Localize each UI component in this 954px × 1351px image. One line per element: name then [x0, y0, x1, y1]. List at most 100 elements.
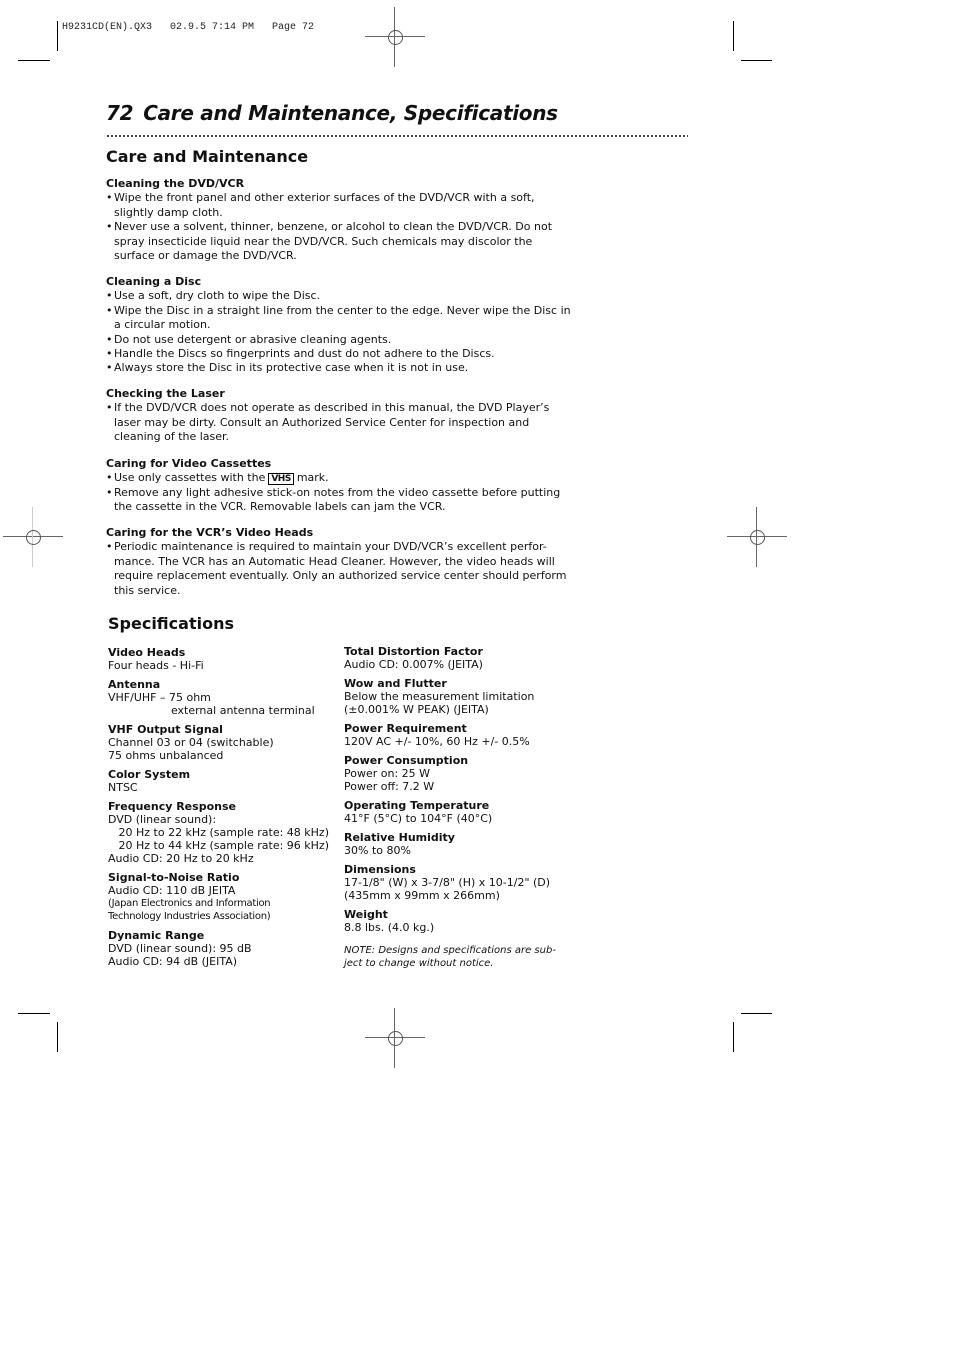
- spec-value: Channel 03 or 04 (switchable): [108, 736, 274, 749]
- spec-title: Power Requirement: [344, 722, 467, 735]
- spec-value: VHF/UHF – 75 ohm: [108, 691, 211, 704]
- spec-value: Power off: 7.2 W: [344, 780, 435, 793]
- list-item: If the DVD/VCR does not operate as descr…: [106, 401, 576, 444]
- section-video-cassettes: Caring for Video Cassettes Use only cass…: [106, 457, 576, 515]
- spec-value: 8.8 lbs. (4.0 kg.): [344, 921, 435, 934]
- spec-item: Dynamic Range DVD (linear sound): 95 dB Au…: [108, 929, 343, 968]
- spec-item: Power Consumption Power on: 25 W Power off…: [344, 754, 579, 793]
- spec-title: Total Distortion Factor: [344, 645, 483, 658]
- section-title: Cleaning the DVD/VCR: [106, 177, 245, 190]
- registration-mark-top: [365, 7, 425, 67]
- spec-value: Four heads - Hi-Fi: [108, 659, 204, 672]
- spec-item: VHF Output Signal Channel 03 or 04 (switc…: [108, 723, 343, 762]
- spec-value: Power on: 25 W: [344, 767, 431, 780]
- list-item: Always store the Disc in its protective …: [106, 361, 576, 376]
- spec-title: Wow and Flutter: [344, 677, 447, 690]
- spec-item: Frequency Response DVD (linear sound): 20…: [108, 800, 343, 865]
- section-title: Caring for Video Cassettes: [106, 457, 272, 470]
- spec-item: Dimensions 17-1/8" (W) x 3-7/8" (H) x 10-…: [344, 863, 579, 902]
- spec-item: Antenna VHF/UHF – 75 ohm external antenna…: [108, 678, 343, 717]
- spec-value: Audio CD: 0.007% (JEITA): [344, 658, 483, 671]
- spec-item: Color System NTSC: [108, 768, 343, 794]
- spec-title: Dynamic Range: [108, 929, 205, 942]
- spec-item: Weight 8.8 lbs. (4.0 kg.): [344, 908, 579, 934]
- spec-title: Frequency Response: [108, 800, 236, 813]
- spec-value: Audio CD: 20 Hz to 20 kHz: [108, 852, 254, 865]
- section-cleaning-dvd-vcr: Cleaning the DVD/VCR Wipe the front pane…: [106, 177, 576, 263]
- spec-item: Wow and Flutter Below the measurement lim…: [344, 677, 579, 716]
- spec-title: Signal-to-Noise Ratio: [108, 871, 240, 884]
- section-title: Cleaning a Disc: [106, 275, 202, 288]
- crop-mark: [741, 1013, 772, 1014]
- list-item: Do not use detergent or abrasive cleanin…: [106, 333, 576, 348]
- spec-value: 20 Hz to 22 kHz (sample rate: 48 kHz): [108, 826, 329, 839]
- page-title: 72 Care and Maintenance, Specifications: [106, 101, 558, 125]
- spec-title: VHF Output Signal: [108, 723, 223, 736]
- spec-value: (435mm x 99mm x 266mm): [344, 889, 500, 902]
- spec-value: external antenna terminal: [108, 704, 315, 717]
- spec-title: Video Heads: [108, 646, 186, 659]
- list-item: Remove any light adhesive stick-on notes…: [106, 486, 576, 515]
- section-title: Caring for the VCR’s Video Heads: [106, 526, 314, 539]
- spec-title: Color System: [108, 768, 191, 781]
- spec-value: 75 ohms unbalanced: [108, 749, 224, 762]
- crop-mark: [57, 21, 58, 51]
- spec-title: Weight: [344, 908, 388, 921]
- spec-title: Antenna: [108, 678, 161, 691]
- spec-value: 120V AC +/- 10%, 60 Hz +/- 0.5%: [344, 735, 530, 748]
- crop-mark: [741, 60, 772, 61]
- spec-footnote: Technology Industries Association): [108, 911, 271, 922]
- spec-value: Audio CD: 94 dB (JEITA): [108, 955, 238, 968]
- spec-value: 30% to 80%: [344, 844, 411, 857]
- spec-value: DVD (linear sound): 95 dB: [108, 942, 252, 955]
- crop-mark: [733, 21, 734, 51]
- spec-value: Audio CD: 110 dB JEITA: [108, 884, 236, 897]
- page-title-text: Care and Maintenance, Specifications: [143, 101, 558, 125]
- spec-title: Power Consumption: [344, 754, 469, 767]
- spec-value: DVD (linear sound):: [108, 813, 217, 826]
- section-video-heads: Caring for the VCR’s Video Heads Periodi…: [106, 526, 576, 598]
- page-number: 72: [106, 101, 134, 125]
- specs-left-column: Video Heads Four heads - Hi-Fi Antenna VHF/…: [108, 646, 343, 974]
- spec-item: Total Distortion Factor Audio CD: 0.007% …: [344, 645, 579, 671]
- list-item: Use only cassettes with theVHSmark.: [106, 471, 576, 486]
- registration-mark-bottom: [365, 1008, 425, 1068]
- spec-item: Power Requirement 120V AC +/- 10%, 60 Hz …: [344, 722, 579, 748]
- spec-item: Operating Temperature 41°F (5°C) to 104°F…: [344, 799, 579, 825]
- crop-mark: [18, 1013, 50, 1014]
- specs-heading: Specifications: [108, 614, 234, 633]
- list-item: Wipe the front panel and other exterior …: [106, 191, 576, 220]
- crop-mark: [733, 1022, 734, 1052]
- list-item: Never use a solvent, thinner, benzene, o…: [106, 220, 576, 263]
- crop-mark: [57, 1022, 58, 1052]
- spec-value: Below the measurement limitation: [344, 690, 535, 703]
- registration-mark-right: [727, 507, 787, 567]
- section-cleaning-disc: Cleaning a Disc Use a soft, dry cloth to…: [106, 275, 576, 376]
- spec-value: (±0.001% W PEAK) (JEITA): [344, 703, 489, 716]
- crop-mark: [18, 60, 50, 61]
- section-checking-laser: Checking the Laser If the DVD/VCR does n…: [106, 387, 576, 445]
- spec-title: Relative Humidity: [344, 831, 455, 844]
- spec-value: NTSC: [108, 781, 138, 794]
- spec-value: 41°F (5°C) to 104°F (40°C): [344, 812, 493, 825]
- registration-mark-left: [3, 507, 63, 567]
- specs-right-column: Total Distortion Factor Audio CD: 0.007% …: [344, 645, 579, 970]
- spec-footnote: (Japan Electronics and Information: [108, 898, 271, 909]
- care-heading: Care and Maintenance: [106, 147, 309, 166]
- list-item: Periodic maintenance is required to main…: [106, 540, 576, 598]
- vhs-logo-icon: VHS: [268, 473, 294, 486]
- spec-item: Video Heads Four heads - Hi-Fi: [108, 646, 343, 672]
- list-item: Wipe the Disc in a straight line from th…: [106, 304, 576, 333]
- spec-title: Dimensions: [344, 863, 416, 876]
- spec-value: 20 Hz to 44 kHz (sample rate: 96 kHz): [108, 839, 329, 852]
- list-item: Use a soft, dry cloth to wipe the Disc.: [106, 289, 576, 304]
- spec-title: Operating Temperature: [344, 799, 490, 812]
- dotted-divider: [106, 135, 688, 137]
- spec-item: Signal-to-Noise Ratio Audio CD: 110 dB JE…: [108, 871, 343, 923]
- list-item: Handle the Discs so fingerprints and dus…: [106, 347, 576, 362]
- section-title: Checking the Laser: [106, 387, 225, 400]
- spec-value: 17-1/8" (W) x 3-7/8" (H) x 10-1/2" (D): [344, 876, 551, 889]
- print-slug: H9231CD(EN).QX3 02.9.5 7:14 PM Page 72: [62, 22, 315, 33]
- spec-item: Relative Humidity 30% to 80%: [344, 831, 579, 857]
- specs-note: NOTE: Designs and specifications are sub…: [344, 945, 556, 969]
